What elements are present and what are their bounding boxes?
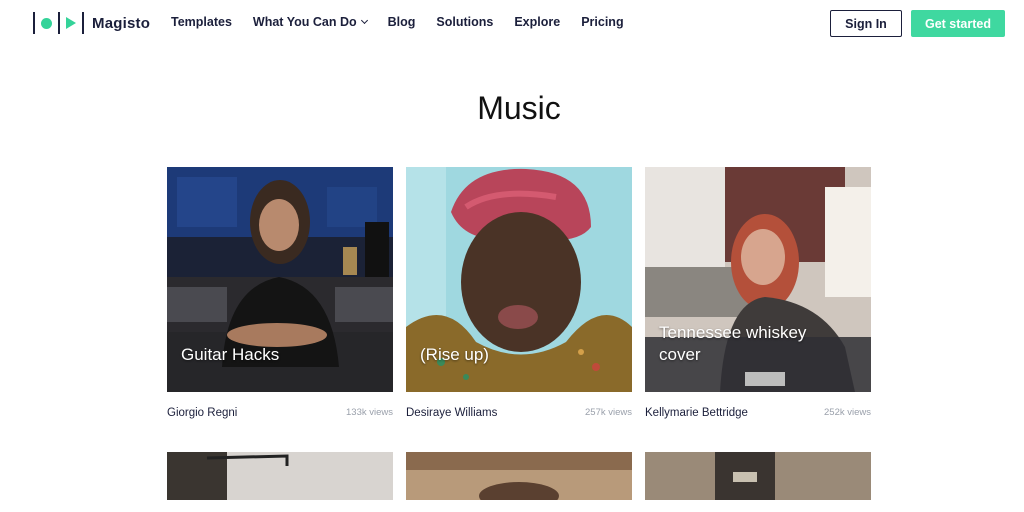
logo-bar-icon	[58, 12, 60, 34]
top-nav: Magisto Templates What You Can Do Blog S…	[0, 0, 1024, 46]
get-started-button[interactable]: Get started	[911, 10, 1005, 37]
video-thumbnail-image	[406, 452, 632, 500]
video-author[interactable]: Giorgio Regni	[167, 407, 237, 419]
page-title: Music	[477, 90, 561, 126]
video-caption: (Rise up)	[420, 345, 489, 364]
nav-blog[interactable]: Blog	[388, 15, 416, 29]
nav-what-you-can-do[interactable]: What You Can Do	[252, 15, 368, 29]
magisto-logo[interactable]: Magisto	[33, 11, 150, 35]
video-views: 133k views	[346, 407, 393, 418]
video-thumbnail[interactable]: Tennessee whiskey cover	[645, 167, 871, 392]
video-thumbnail-image	[645, 452, 871, 500]
video-thumbnail[interactable]	[406, 452, 632, 500]
sign-in-button[interactable]: Sign In	[830, 10, 902, 37]
video-thumbnail[interactable]	[167, 452, 393, 500]
nav-pricing[interactable]: Pricing	[581, 15, 623, 29]
video-views: 252k views	[824, 407, 871, 418]
video-thumbnail-image	[167, 452, 393, 500]
brand-name: Magisto	[92, 14, 151, 32]
nav-what-you-can-do-label: What You Can Do	[252, 15, 357, 29]
logo-dot-icon	[41, 17, 52, 29]
video-views: 257k views	[585, 407, 632, 418]
video-thumbnail[interactable]: (Rise up)	[406, 167, 632, 392]
main-menu: Templates What You Can Do Blog Solutions…	[171, 15, 645, 29]
video-thumbnail[interactable]	[645, 452, 871, 500]
logo-play-icon	[66, 17, 76, 29]
nav-explore[interactable]: Explore	[514, 15, 560, 29]
logo-bar-icon	[33, 12, 35, 34]
nav-templates[interactable]: Templates	[171, 15, 232, 29]
logo-bar-icon	[82, 12, 84, 34]
video-caption: Guitar Hacks	[181, 345, 280, 364]
chevron-down-icon	[360, 16, 368, 25]
video-author[interactable]: Kellymarie Bettridge	[645, 407, 748, 419]
video-thumbnail[interactable]: Guitar Hacks	[167, 167, 393, 392]
nav-solutions[interactable]: Solutions	[436, 15, 493, 29]
video-author[interactable]: Desiraye Williams	[406, 407, 497, 419]
video-caption: Tennessee whiskey cover	[659, 323, 807, 364]
